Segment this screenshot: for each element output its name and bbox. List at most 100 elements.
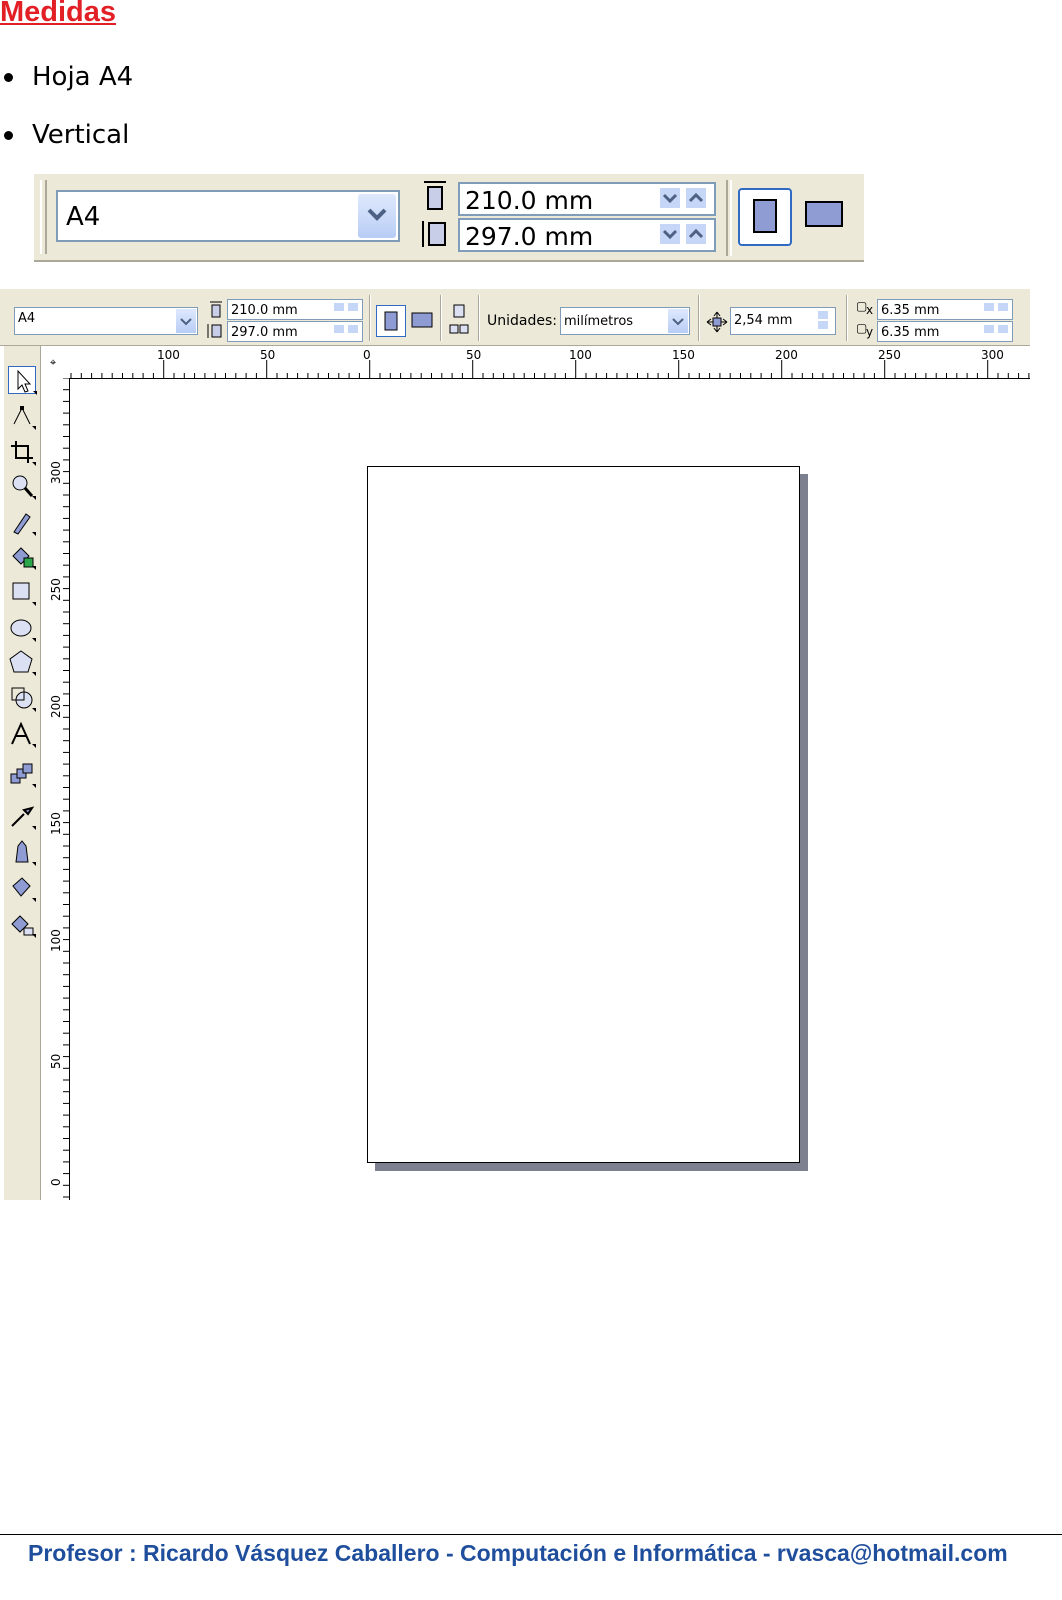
bullet-dot xyxy=(4,131,13,140)
drawing-workspace[interactable]: 100 50 0 50 100 150 200 250 300 ⌖ 300 250 200 150 10… xyxy=(0,346,1030,1200)
ruler-label: 50 xyxy=(49,1053,63,1069)
text-tool-icon[interactable] xyxy=(8,720,36,748)
units-select[interactable]: milímetros xyxy=(560,307,690,335)
outline-tool-icon[interactable] xyxy=(8,838,36,866)
bullet-list: Hoja A4 Vertical xyxy=(0,58,133,174)
ruler-label: 50 xyxy=(466,348,482,362)
bullet-text: Hoja A4 xyxy=(32,62,134,92)
ruler-label: 150 xyxy=(672,348,695,362)
basic-shapes-tool-icon[interactable] xyxy=(8,684,36,712)
landscape-button[interactable] xyxy=(408,305,438,337)
duplicate-x-label: x xyxy=(866,303,874,317)
ruler-label: 100 xyxy=(569,348,592,362)
toolbar-separator xyxy=(698,295,700,341)
crop-tool-icon[interactable] xyxy=(8,438,36,466)
paper-height-icon xyxy=(206,322,224,340)
bullet-item: Hoja A4 xyxy=(0,58,133,116)
page-layout-icon[interactable] xyxy=(444,301,476,339)
paper-type-select[interactable]: A4 xyxy=(14,307,198,335)
paper-type-select[interactable]: A4 xyxy=(56,190,400,242)
toolbar-separator xyxy=(726,180,732,256)
pick-tool-icon[interactable] xyxy=(8,366,37,395)
duplicate-x-icon: x ▢ xyxy=(856,299,874,317)
spin-up-icon[interactable] xyxy=(818,311,828,319)
paper-width-icon xyxy=(208,301,224,319)
shape-tool-icon[interactable] xyxy=(8,402,36,430)
horizontal-ruler[interactable]: 100 50 0 50 100 150 200 250 300 xyxy=(41,346,1030,379)
footer-divider xyxy=(0,1534,1062,1535)
paper-type-value: A4 xyxy=(18,311,36,326)
interactive-blend-tool-icon[interactable] xyxy=(8,760,36,788)
eyedropper-tool-icon[interactable] xyxy=(8,802,36,830)
ruler-label: 200 xyxy=(49,695,63,718)
ruler-label: 0 xyxy=(363,348,371,362)
ruler-label: 50 xyxy=(260,348,276,362)
interactive-fill-tool-icon[interactable] xyxy=(8,910,36,938)
duplicate-y-value: 6.35 mm xyxy=(881,325,940,340)
paper-height-value: 297.0 mm xyxy=(465,222,594,251)
toolbar-separator xyxy=(846,295,848,341)
spin-up-icon[interactable] xyxy=(348,303,358,311)
fill-tool-icon[interactable] xyxy=(8,874,36,902)
toolbar-separator xyxy=(369,295,371,341)
duplicate-y-label: y xyxy=(866,325,874,339)
property-bar: A4 210.0 mm 297.0 mm Unidades: milímetro… xyxy=(0,288,1030,346)
spin-down-icon[interactable] xyxy=(660,224,680,244)
portrait-button[interactable] xyxy=(376,305,406,337)
toolbar-separator xyxy=(440,295,442,341)
spin-up-icon[interactable] xyxy=(348,325,358,333)
toolbar-separator xyxy=(478,295,480,341)
spin-up-icon[interactable] xyxy=(998,303,1008,311)
ruler-label: 300 xyxy=(981,348,1004,362)
paper-type-value: A4 xyxy=(66,202,101,232)
spin-down-icon[interactable] xyxy=(984,325,994,333)
spin-down-icon[interactable] xyxy=(660,188,680,208)
ruler-label: 300 xyxy=(49,461,63,484)
chevron-down-icon[interactable] xyxy=(358,194,396,238)
paper-height-icon xyxy=(420,218,450,250)
paper-width-field[interactable]: 210.0 mm xyxy=(458,182,716,216)
spin-down-icon[interactable] xyxy=(334,303,344,311)
toolbox xyxy=(4,346,41,1200)
spin-up-icon[interactable] xyxy=(686,224,706,244)
ruler-label: 200 xyxy=(775,348,798,362)
bullet-dot xyxy=(4,73,13,82)
chevron-down-icon[interactable] xyxy=(176,309,196,333)
ruler-label: 100 xyxy=(157,348,180,362)
paper-height-value: 297.0 mm xyxy=(231,325,298,340)
spin-up-icon[interactable] xyxy=(998,325,1008,333)
vertical-ruler[interactable]: 300 250 200 150 100 50 0 xyxy=(41,378,70,1200)
paper-width-icon xyxy=(420,180,450,212)
spin-down-icon[interactable] xyxy=(334,325,344,333)
ellipse-tool-icon[interactable] xyxy=(8,614,36,642)
ruler-origin-icon[interactable]: ⌖ xyxy=(50,356,56,370)
a4-page[interactable] xyxy=(367,466,800,1163)
chevron-down-icon[interactable] xyxy=(668,309,688,333)
portrait-button[interactable] xyxy=(738,188,792,246)
duplicate-y-icon: y ▢ xyxy=(856,321,874,339)
zoomed-property-bar: A4 210.0 mm 297.0 mm xyxy=(34,172,864,262)
units-value: milímetros xyxy=(564,314,634,329)
ruler-label: 150 xyxy=(49,812,63,835)
smart-fill-tool-icon[interactable] xyxy=(8,542,36,570)
duplicate-x-value: 6.35 mm xyxy=(881,303,940,318)
spin-up-icon[interactable] xyxy=(686,188,706,208)
ruler-label: 100 xyxy=(49,929,63,952)
footer: Profesor : Ricardo Vásquez Caballero - C… xyxy=(28,1540,1008,1566)
polygon-tool-icon[interactable] xyxy=(8,648,36,676)
spin-down-icon[interactable] xyxy=(984,303,994,311)
page-heading: Medidas xyxy=(0,0,117,28)
paper-width-value: 210.0 mm xyxy=(231,303,298,318)
ruler-label: 250 xyxy=(49,578,63,601)
nudge-distance-value: 2,54 mm xyxy=(734,313,793,328)
spin-down-icon[interactable] xyxy=(818,321,828,329)
landscape-button[interactable] xyxy=(798,188,852,246)
toolbar-grip[interactable] xyxy=(40,180,47,254)
rectangle-tool-icon[interactable] xyxy=(8,578,36,606)
paper-height-field[interactable]: 297.0 mm xyxy=(458,218,716,252)
ruler-label: 250 xyxy=(878,348,901,362)
nudge-distance-icon xyxy=(706,311,728,333)
zoom-tool-icon[interactable] xyxy=(8,472,36,500)
ruler-label: 0 xyxy=(49,1178,63,1186)
freehand-tool-icon[interactable] xyxy=(8,508,36,536)
